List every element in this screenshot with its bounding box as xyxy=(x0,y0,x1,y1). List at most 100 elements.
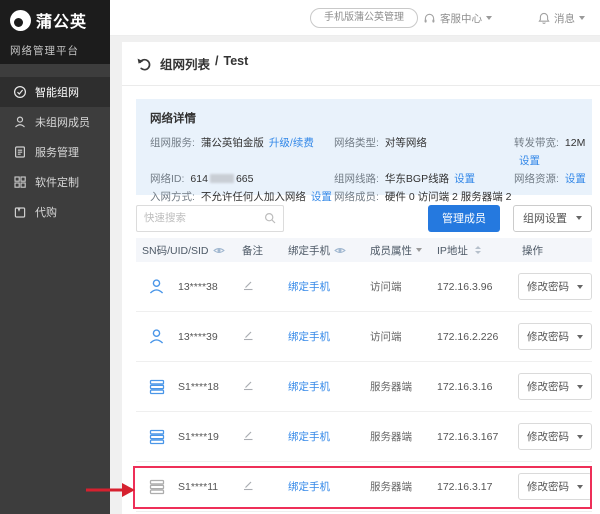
messages-label: 消息 xyxy=(554,11,575,26)
headset-icon xyxy=(423,12,436,25)
field-network-type: 网络类型:对等网络 xyxy=(334,134,514,170)
mobile-admin-button[interactable]: 手机版蒲公英管理 xyxy=(310,8,418,28)
member-id: S1****19 xyxy=(170,431,234,443)
network-settings-button[interactable]: 组网设置 xyxy=(513,205,592,232)
chevron-down-icon xyxy=(486,16,492,20)
sidebar-item-label: 未组网成员 xyxy=(35,114,90,130)
bind-phone-link[interactable]: 绑定手机 xyxy=(288,481,330,493)
table-row: 13****38 绑定手机 访问端 172.16.3.96 修改密码 xyxy=(136,262,592,312)
table-row: S1****18 绑定手机 服务器端 172.16.3.16 修改密码 xyxy=(136,362,592,412)
join-mode-settings-link[interactable]: 设置 xyxy=(311,191,332,203)
edit-note-icon[interactable] xyxy=(242,329,254,341)
chevron-down-icon xyxy=(576,216,582,220)
change-password-button[interactable]: 修改密码 xyxy=(518,473,592,500)
field-network-id: 网络ID:614665 xyxy=(150,170,334,188)
user-device-icon xyxy=(147,327,166,346)
sidebar-item-purchasing[interactable]: 代购 xyxy=(0,197,110,227)
table-row-annotated: S1****11 绑定手机 服务器端 172.16.3.17 修改密码 xyxy=(136,462,592,512)
column-header-operations: 操作 xyxy=(512,243,586,258)
edit-note-icon[interactable] xyxy=(242,479,254,491)
user-device-icon xyxy=(147,277,166,296)
breadcrumb-current: Test xyxy=(224,54,249,73)
search-box[interactable] xyxy=(136,205,284,232)
sidebar: 蒲公英 网络管理平台 智能组网 未组网成员 服务管理 软件定制 代购 xyxy=(0,0,110,514)
member-type: 服务器端 xyxy=(362,429,434,444)
change-password-button[interactable]: 修改密码 xyxy=(518,423,592,450)
sidebar-item-service-management[interactable]: 服务管理 xyxy=(0,137,110,167)
edit-note-icon[interactable] xyxy=(242,379,254,391)
change-password-button[interactable]: 修改密码 xyxy=(518,273,592,300)
field-forward-bandwidth: 转发带宽:12M设置 xyxy=(514,134,592,170)
field-network-members: 网络成员:硬件 0 访问端 2 服务器端 2 xyxy=(334,188,592,206)
edit-note-icon[interactable] xyxy=(242,429,254,441)
member-type: 访问端 xyxy=(362,279,434,294)
member-id: 13****38 xyxy=(170,281,234,293)
chevron-down-icon xyxy=(577,435,583,439)
bind-phone-link[interactable]: 绑定手机 xyxy=(288,431,330,443)
breadcrumb: 组网列表 / Test xyxy=(122,42,600,86)
bind-phone-link[interactable]: 绑定手机 xyxy=(288,331,330,343)
member-ip: 172.16.2.226 xyxy=(434,331,512,343)
sidebar-item-unconnected-members[interactable]: 未组网成员 xyxy=(0,107,110,137)
resource-settings-link[interactable]: 设置 xyxy=(565,173,586,185)
chevron-down-icon xyxy=(579,16,585,20)
sidebar-item-software-customization[interactable]: 软件定制 xyxy=(0,167,110,197)
member-ip: 172.16.3.17 xyxy=(434,481,512,493)
column-header-note: 备注 xyxy=(234,243,278,258)
table-row: 13****39 绑定手机 访问端 172.16.2.226 修改密码 xyxy=(136,312,592,362)
bind-phone-link[interactable]: 绑定手机 xyxy=(288,381,330,393)
logo-block: 蒲公英 网络管理平台 xyxy=(0,0,110,64)
column-header-ip[interactable]: IP地址 xyxy=(434,243,512,258)
field-network-line: 组网线路:华东BGP线路设置 xyxy=(334,170,514,188)
member-toolbar: 管理成员 组网设置 xyxy=(136,204,592,232)
topbar: 手机版蒲公英管理 客服中心 消息 xyxy=(110,0,600,36)
chevron-down-icon xyxy=(577,335,583,339)
document-icon xyxy=(13,145,27,159)
field-join-mode: 入网方式:不允许任何人加入网络设置 xyxy=(150,188,334,206)
breadcrumb-list-label[interactable]: 组网列表 xyxy=(160,54,210,73)
edit-note-icon[interactable] xyxy=(242,279,254,291)
sidebar-nav: 智能组网 未组网成员 服务管理 软件定制 代购 xyxy=(0,77,110,227)
member-id: 13****39 xyxy=(170,331,234,343)
member-table: SN码/UID/SID 备注 绑定手机 成员属性 IP地址 操作 13****3… xyxy=(136,238,592,512)
bandwidth-settings-link[interactable]: 设置 xyxy=(519,155,540,167)
sort-icon xyxy=(475,246,481,254)
chevron-down-icon xyxy=(577,485,583,489)
column-header-member-type[interactable]: 成员属性 xyxy=(362,243,434,258)
search-icon[interactable] xyxy=(264,212,276,224)
eye-icon[interactable] xyxy=(213,246,225,255)
member-ip: 172.16.3.167 xyxy=(434,431,512,443)
bell-icon xyxy=(538,12,550,25)
table-row: S1****19 绑定手机 服务器端 172.16.3.167 修改密码 xyxy=(136,412,592,462)
server-device-offline-icon xyxy=(148,478,166,496)
member-ip: 172.16.3.16 xyxy=(434,381,512,393)
platform-subtitle: 网络管理平台 xyxy=(10,43,110,58)
sidebar-item-label: 智能组网 xyxy=(35,84,79,100)
member-id: S1****18 xyxy=(170,381,234,393)
messages-menu[interactable]: 消息 xyxy=(538,0,585,36)
sidebar-item-smart-network[interactable]: 智能组网 xyxy=(0,77,110,107)
chevron-down-icon xyxy=(577,285,583,289)
field-network-resource: 网络资源:设置 xyxy=(514,170,592,188)
upgrade-renew-link[interactable]: 升级/续费 xyxy=(269,137,314,149)
eye-icon[interactable] xyxy=(334,246,346,255)
field-network-service: 组网服务:蒲公英铂金版升级/续费 xyxy=(150,134,334,170)
sidebar-item-label: 服务管理 xyxy=(35,144,79,160)
member-type: 服务器端 xyxy=(362,379,434,394)
box-icon xyxy=(13,205,27,219)
sidebar-item-label: 代购 xyxy=(35,204,57,220)
support-center-menu[interactable]: 客服中心 xyxy=(423,0,492,36)
support-center-label: 客服中心 xyxy=(440,11,482,26)
search-input[interactable] xyxy=(144,212,264,224)
bind-phone-link[interactable]: 绑定手机 xyxy=(288,281,330,293)
member-type: 访问端 xyxy=(362,329,434,344)
column-header-sn: SN码/UID/SID xyxy=(136,243,234,258)
back-icon[interactable] xyxy=(136,56,152,72)
change-password-button[interactable]: 修改密码 xyxy=(518,323,592,350)
redacted-id-segment xyxy=(210,174,234,183)
manage-members-button[interactable]: 管理成员 xyxy=(428,205,500,232)
member-ip: 172.16.3.96 xyxy=(434,281,512,293)
line-settings-link[interactable]: 设置 xyxy=(454,173,475,185)
main-content-card: 组网列表 / Test 网络详情 组网服务:蒲公英铂金版升级/续费 网络类型:对… xyxy=(122,42,600,514)
change-password-button[interactable]: 修改密码 xyxy=(518,373,592,400)
